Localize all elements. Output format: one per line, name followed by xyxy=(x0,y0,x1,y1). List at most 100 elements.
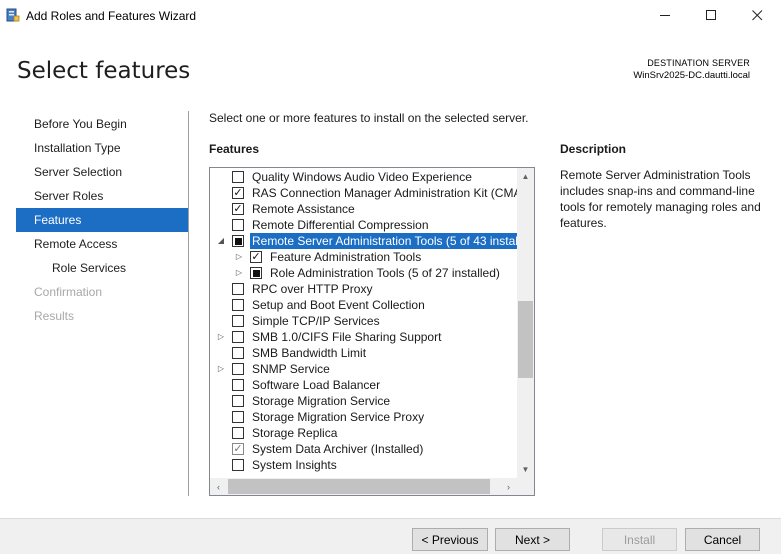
nav-step-features[interactable]: Features xyxy=(16,208,188,232)
description-heading: Description xyxy=(560,142,627,156)
feature-checkbox[interactable] xyxy=(232,459,244,471)
feature-label: Software Load Balancer xyxy=(252,378,381,392)
feature-checkbox[interactable] xyxy=(232,171,244,183)
page-title: Select features xyxy=(17,58,191,84)
feature-row[interactable]: Storage Replica xyxy=(210,425,518,441)
feature-row[interactable]: ◢ Remote Server Administration Tools (5 o… xyxy=(210,233,534,249)
feature-row[interactable]: Setup and Boot Event Collection xyxy=(210,297,518,313)
feature-row[interactable]: ✓ Remote Assistance xyxy=(210,201,518,217)
feature-row[interactable]: ▷ SNMP Service xyxy=(210,361,518,377)
feature-checkbox[interactable] xyxy=(232,379,244,391)
feature-checkbox[interactable]: ✓ xyxy=(232,203,244,215)
vertical-scroll-thumb[interactable] xyxy=(518,301,533,378)
feature-checkbox[interactable] xyxy=(232,427,244,439)
feature-label: Remote Assistance xyxy=(252,202,355,216)
nav-step-confirmation: Confirmation xyxy=(34,285,103,299)
feature-checkbox[interactable]: ✓ xyxy=(232,187,244,199)
feature-row[interactable]: SMB Bandwidth Limit xyxy=(210,345,518,361)
feature-row[interactable]: ▷ SMB 1.0/CIFS File Sharing Support xyxy=(210,329,518,345)
feature-label: Remote Differential Compression xyxy=(252,218,429,232)
feature-label: RPC over HTTP Proxy xyxy=(252,282,373,296)
install-button: Install xyxy=(602,528,677,551)
scroll-right-icon[interactable]: › xyxy=(500,478,517,495)
expand-arrow-icon[interactable]: ▷ xyxy=(216,361,226,377)
feature-row[interactable]: System Insights xyxy=(210,457,518,473)
feature-label: System Data Archiver (Installed) xyxy=(252,442,424,456)
features-heading: Features xyxy=(209,142,260,156)
feature-label: Storage Migration Service xyxy=(252,394,391,408)
maximize-icon[interactable] xyxy=(688,0,734,31)
scroll-down-icon[interactable]: ▼ xyxy=(517,461,534,478)
horizontal-scroll-thumb[interactable] xyxy=(228,479,490,494)
feature-label: RAS Connection Manager Administration Ki… xyxy=(252,186,534,200)
nav-step-server-selection[interactable]: Server Selection xyxy=(16,160,188,184)
wizard-footer: < Previous Next > Install Cancel xyxy=(0,518,781,554)
nav-step-role-services[interactable]: Role Services xyxy=(16,256,188,280)
title-bar: Add Roles and Features Wizard xyxy=(0,0,781,31)
expand-arrow-icon[interactable]: ▷ xyxy=(216,329,226,345)
nav-step-server-roles[interactable]: Server Roles xyxy=(16,184,188,208)
feature-checkbox[interactable] xyxy=(232,235,244,247)
feature-checkbox[interactable] xyxy=(232,347,244,359)
feature-label: SMB Bandwidth Limit xyxy=(252,346,367,360)
expand-arrow-icon[interactable]: ▷ xyxy=(234,249,244,265)
feature-row[interactable]: Simple TCP/IP Services xyxy=(210,313,518,329)
description-text: Remote Server Administration Tools inclu… xyxy=(560,168,761,230)
nav-step-installation-type[interactable]: Installation Type xyxy=(16,136,188,160)
instruction-text: Select one or more features to install o… xyxy=(209,111,529,125)
destination-server-label: DESTINATION SERVER xyxy=(647,58,750,68)
scrollbar-corner xyxy=(517,478,534,495)
feature-checkbox[interactable] xyxy=(232,411,244,423)
feature-label: SNMP Service xyxy=(252,362,330,376)
previous-button[interactable]: < Previous xyxy=(412,528,488,551)
wizard-steps-nav: Before You Begin Installation Type Server … xyxy=(16,112,188,328)
horizontal-scrollbar[interactable]: ‹ › xyxy=(210,478,517,495)
feature-checkbox[interactable] xyxy=(232,315,244,327)
close-icon[interactable] xyxy=(734,0,780,31)
next-button[interactable]: Next > xyxy=(495,528,570,551)
feature-row[interactable]: ✓ System Data Archiver (Installed) xyxy=(210,441,518,457)
minimize-icon[interactable] xyxy=(642,0,688,31)
feature-row[interactable]: ✓ RAS Connection Manager Administration K… xyxy=(210,185,533,201)
feature-label: Quality Windows Audio Video Experience xyxy=(252,170,472,184)
server-manager-icon xyxy=(6,8,20,22)
feature-row[interactable]: Storage Migration Service Proxy xyxy=(210,409,518,425)
feature-row[interactable]: Storage Migration Service xyxy=(210,393,518,409)
features-tree[interactable]: Quality Windows Audio Video Experience ✓ R… xyxy=(209,167,535,496)
feature-label: Remote Server Administration Tools (5 of… xyxy=(250,233,534,249)
nav-step-before-you-begin[interactable]: Before You Begin xyxy=(16,112,188,136)
feature-checkbox[interactable] xyxy=(250,267,262,279)
feature-row[interactable]: Remote Differential Compression xyxy=(210,217,518,233)
feature-label: System Insights xyxy=(252,458,337,472)
feature-row[interactable]: RPC over HTTP Proxy xyxy=(210,281,518,297)
feature-row[interactable]: Software Load Balancer xyxy=(210,377,518,393)
feature-label: Storage Replica xyxy=(252,426,338,440)
feature-label: Role Administration Tools (5 of 27 insta… xyxy=(270,266,500,280)
cancel-button[interactable]: Cancel xyxy=(685,528,760,551)
window-title: Add Roles and Features Wizard xyxy=(26,9,197,23)
nav-step-remote-access[interactable]: Remote Access xyxy=(16,232,188,256)
feature-checkbox[interactable] xyxy=(232,395,244,407)
feature-checkbox[interactable] xyxy=(232,331,244,343)
nav-divider xyxy=(188,111,189,496)
feature-checkbox[interactable] xyxy=(232,283,244,295)
feature-row[interactable]: ▷ Role Administration Tools (5 of 27 inst… xyxy=(210,265,518,281)
expand-arrow-icon[interactable]: ▷ xyxy=(234,265,244,281)
feature-row[interactable]: Quality Windows Audio Video Experience xyxy=(210,169,518,185)
wizard-header: Select features DESTINATION SERVER WinSr… xyxy=(0,31,781,101)
vertical-scrollbar[interactable]: ▲ ▼ xyxy=(517,168,534,478)
feature-checkbox[interactable] xyxy=(232,299,244,311)
scroll-left-icon[interactable]: ‹ xyxy=(210,478,227,495)
feature-checkbox[interactable]: ✓ xyxy=(250,251,262,263)
feature-label: Storage Migration Service Proxy xyxy=(252,410,425,424)
nav-step-results: Results xyxy=(34,309,75,323)
feature-checkbox[interactable] xyxy=(232,219,244,231)
feature-checkbox: ✓ xyxy=(232,443,244,455)
feature-row[interactable]: ▷ ✓ Feature Administration Tools xyxy=(210,249,518,265)
feature-label: Feature Administration Tools xyxy=(270,250,422,264)
collapse-arrow-icon[interactable]: ◢ xyxy=(216,233,226,249)
feature-checkbox[interactable] xyxy=(232,363,244,375)
scroll-up-icon[interactable]: ▲ xyxy=(517,168,534,185)
features-list: Quality Windows Audio Video Experience ✓ R… xyxy=(210,169,534,473)
feature-label: Setup and Boot Event Collection xyxy=(252,298,425,312)
